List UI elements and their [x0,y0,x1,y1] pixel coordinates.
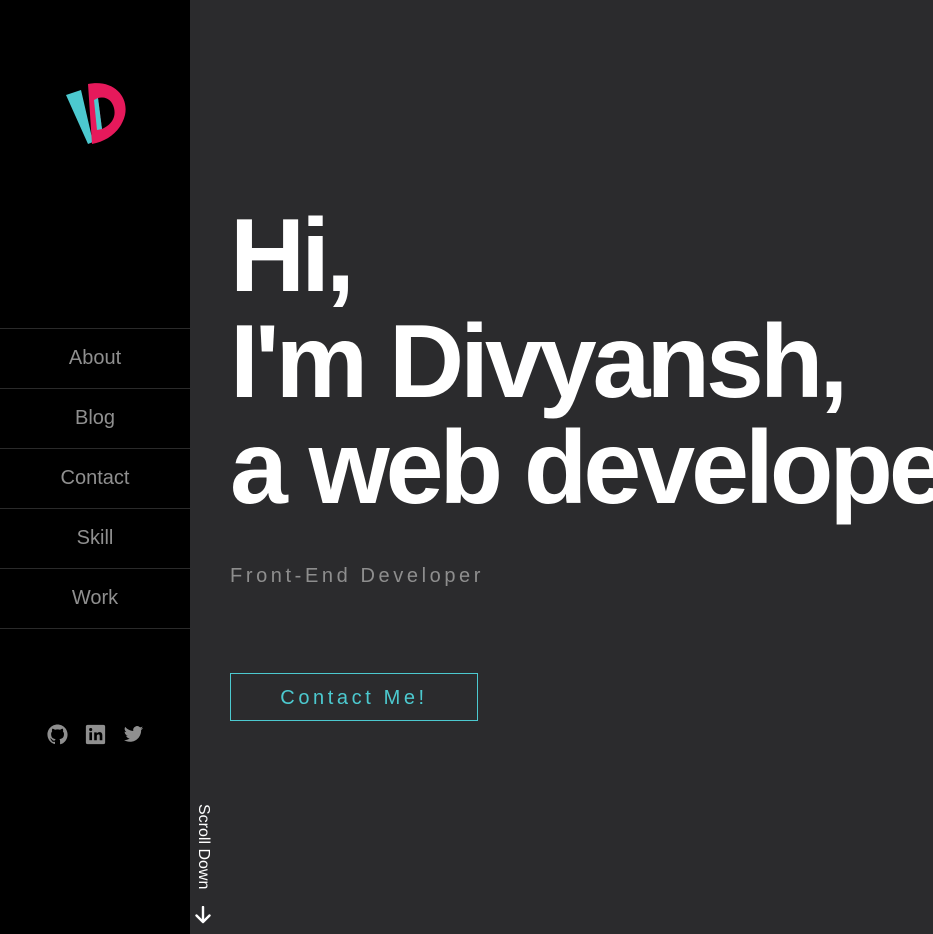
d-logo-icon [66,83,126,144]
d-logo[interactable] [63,80,129,148]
nav-item-skill[interactable]: Skill [0,509,190,569]
sidebar: About Blog Contact Skill Work [0,0,190,934]
scroll-down-link[interactable]: Scroll Down [191,804,215,928]
social-links [0,724,190,745]
arrow-down-icon [195,906,211,924]
contact-me-button[interactable]: Contact Me! [230,673,478,721]
hero-line-greeting: Hi, [230,198,355,314]
nav-item-blog[interactable]: Blog [0,389,190,449]
hero-heading: Hi, I'm Divyansh, a web developer [230,203,933,521]
twitter-icon[interactable] [123,724,144,745]
linkedin-icon[interactable] [85,724,106,745]
nav-list: About Blog Contact Skill Work [0,328,190,629]
nav-item-contact[interactable]: Contact [0,449,190,509]
nav-item-about[interactable]: About [0,329,190,389]
scroll-down-label: Scroll Down [195,804,212,890]
hero-line-role: a web developer [230,410,933,526]
github-icon[interactable] [46,724,68,745]
hero-subtitle: Front-End Developer [230,565,485,587]
nav-item-work[interactable]: Work [0,569,190,629]
page: About Blog Contact Skill Work Hi, I'm Di… [0,0,933,934]
hero-line-name: I'm Divyansh, [230,304,848,420]
